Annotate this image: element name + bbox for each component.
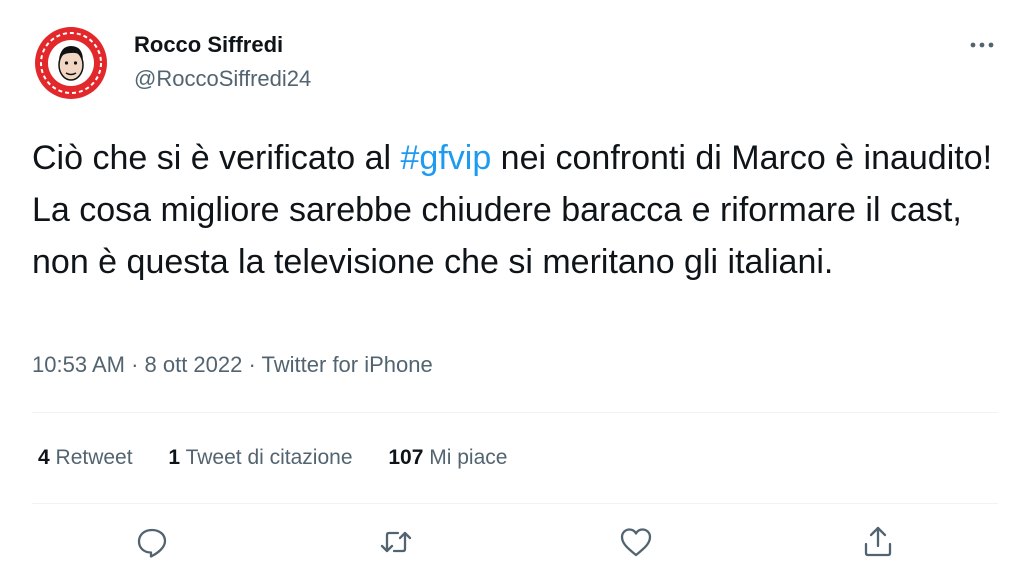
tweet-source[interactable]: Twitter for iPhone [262,352,433,377]
divider [32,412,998,413]
quote-count-link[interactable]: 1 Tweet di citazione [168,446,352,470]
like-label: Mi piace [429,446,508,469]
tweet-text-part: Ciò che si è verificato al [32,139,401,177]
meta-separator: · [242,352,262,377]
tweet-date[interactable]: 8 ott 2022 [145,352,243,377]
hashtag-link[interactable]: #gfvip [401,139,492,177]
reply-icon [137,528,167,558]
author-handle[interactable]: @RoccoSiffredi24 [134,66,311,92]
share-button[interactable] [858,522,898,562]
heart-icon [620,528,652,557]
retweet-count-link[interactable]: 4 Retweet [38,446,133,470]
more-options-button[interactable] [962,28,1002,62]
avatar[interactable] [34,26,108,100]
tweet-time[interactable]: 10:53 AM [32,352,125,377]
retweet-label: Retweet [55,446,133,469]
tweet-card: Rocco Siffredi @RoccoSiffredi24 Ciò che … [0,0,1024,576]
tweet-stats: 4 Retweet 1 Tweet di citazione 107 Mi pi… [38,446,537,470]
like-button[interactable] [616,522,656,562]
avatar-image [35,27,107,99]
tweet-text: Ciò che si è verificato al #gfvip nei co… [32,132,1007,288]
meta-separator: · [124,352,145,377]
quote-count: 1 [168,446,181,469]
more-icon [970,42,994,48]
like-count: 107 [388,446,424,469]
quote-label: Tweet di citazione [185,446,353,469]
tweet-meta: 10:53 AM · 8 ott 2022 · Twitter for iPho… [32,352,433,378]
like-count-link[interactable]: 107 Mi piace [388,446,507,470]
retweet-count: 4 [38,446,50,469]
retweet-icon [380,531,412,553]
author-name[interactable]: Rocco Siffredi [134,32,283,58]
retweet-button[interactable] [376,522,416,562]
reply-button[interactable] [132,522,172,562]
divider [32,503,998,504]
share-icon [864,526,892,557]
